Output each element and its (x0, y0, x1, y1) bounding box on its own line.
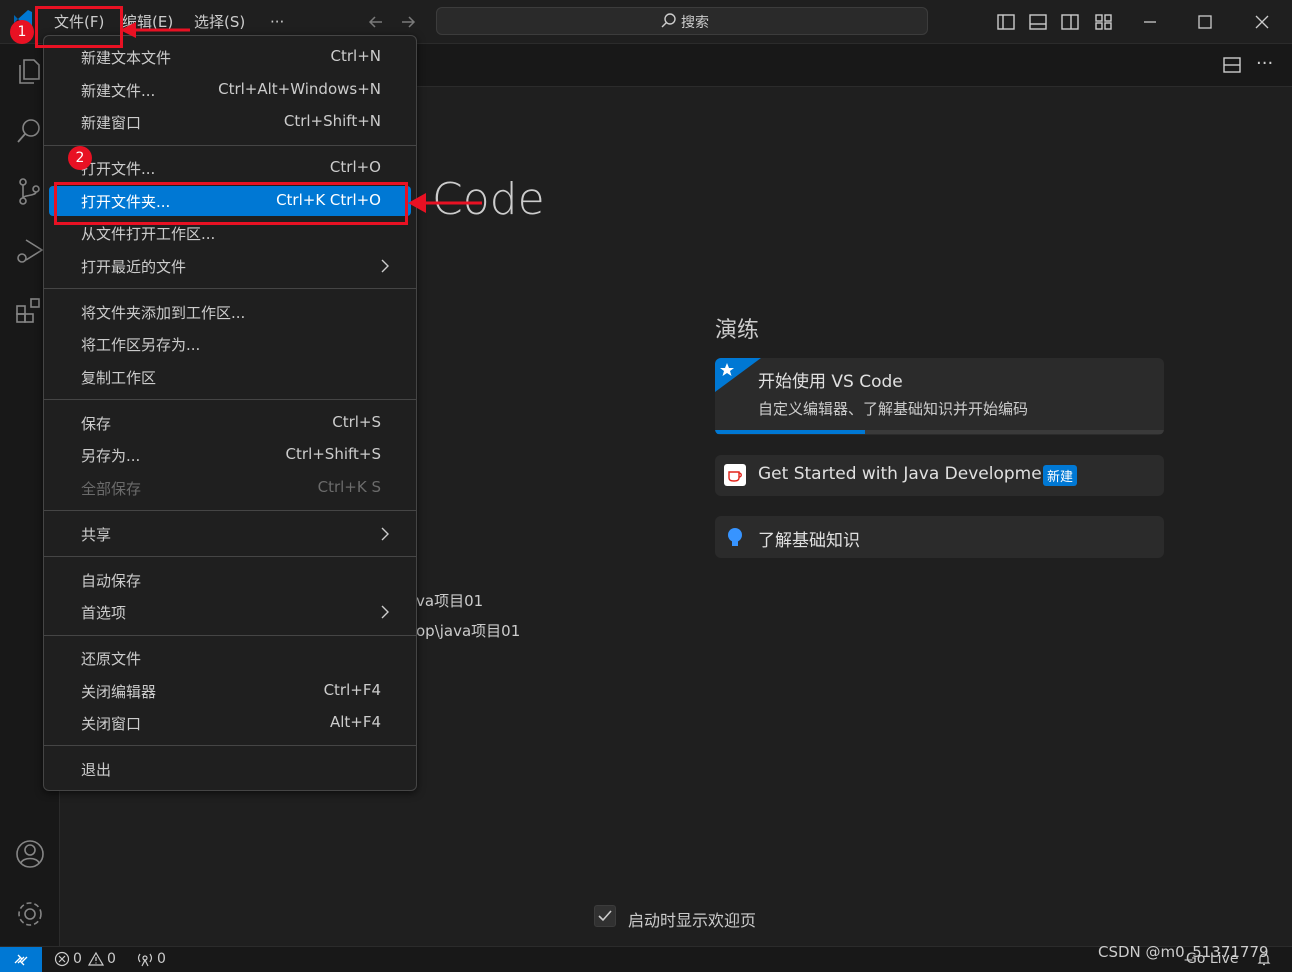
new-badge: 新建 (1043, 465, 1078, 486)
explorer-icon[interactable] (14, 56, 44, 90)
card-title: Get Started with Java Development (758, 464, 1060, 484)
back-arrow-icon[interactable] (366, 12, 386, 36)
walkthrough-card-get-started[interactable]: 开始使用 VS Code 自定义编辑器、了解基础知识并开始编码 (715, 358, 1164, 435)
annotation-arrow-1 (120, 22, 190, 38)
menu-item-revert-file[interactable]: 还原文件 (49, 643, 411, 673)
menu-item-new-file[interactable]: 新建文件... Ctrl+Alt+Windows+N (49, 75, 411, 105)
maximize-icon[interactable] (1195, 12, 1215, 36)
card-title: 了解基础知识 (758, 531, 860, 551)
recent-folder-1[interactable]: va项目01 (416, 590, 483, 611)
menu-separator (44, 745, 416, 746)
ports-count[interactable]: 0 (157, 951, 166, 967)
search-icon (659, 11, 679, 35)
errors-icon[interactable] (54, 951, 70, 971)
show-on-startup-checkbox[interactable] (594, 905, 616, 927)
remote-icon (14, 954, 28, 966)
menu-item-close-editor[interactable]: 关闭编辑器 Ctrl+F4 (49, 676, 411, 706)
menu-item-duplicate-workspace[interactable]: 复制工作区 (49, 362, 411, 392)
menu-item-new-window[interactable]: 新建窗口 Ctrl+Shift+N (49, 107, 411, 137)
ports-icon[interactable] (137, 951, 153, 971)
star-badge-icon (715, 358, 761, 392)
menu-item-save-workspace-as[interactable]: 将工作区另存为... (49, 329, 411, 359)
menu-item-close-window[interactable]: 关闭窗口 Alt+F4 (49, 708, 411, 738)
accounts-icon[interactable] (14, 838, 46, 874)
forward-arrow-icon[interactable] (398, 12, 418, 36)
toggle-panel-icon[interactable] (1028, 12, 1048, 36)
menu-more[interactable]: ··· (262, 10, 292, 34)
annotation-box-open-folder (54, 182, 408, 225)
chevron-right-icon (379, 604, 391, 624)
menu-item-preferences[interactable]: 首选项 (49, 597, 411, 627)
menu-separator (44, 556, 416, 557)
walkthroughs-heading: 演练 (715, 318, 760, 343)
chevron-right-icon (379, 258, 391, 278)
menu-item-exit[interactable]: 退出 (49, 754, 411, 784)
watermark: CSDN @m0_51371779 (1098, 943, 1269, 961)
menu-separator (44, 635, 416, 636)
menu-separator (44, 399, 416, 400)
search-icon[interactable] (14, 116, 44, 150)
run-debug-icon[interactable] (14, 236, 44, 270)
warnings-icon[interactable] (87, 951, 105, 971)
show-on-startup-label: 启动时显示欢迎页 (628, 911, 757, 930)
menu-item-save-as[interactable]: 另存为... Ctrl+Shift+S (49, 440, 411, 470)
extensions-icon[interactable] (14, 296, 44, 330)
walkthrough-card-java[interactable]: Get Started with Java Development 新建 (715, 455, 1164, 496)
menu-item-auto-save[interactable]: 自动保存 (49, 565, 411, 595)
recent-folder-2[interactable]: op\java项目01 (416, 620, 520, 641)
toggle-secondary-sidebar-icon[interactable] (1060, 12, 1080, 36)
close-icon[interactable] (1252, 12, 1272, 36)
annotation-box-file-menu (35, 6, 123, 48)
menu-separator (44, 288, 416, 289)
annotation-badge-1: 1 (10, 20, 34, 44)
menu-item-open-file[interactable]: 打开文件... Ctrl+O (49, 153, 411, 183)
menu-item-open-recent[interactable]: 打开最近的文件 (49, 251, 411, 281)
toggle-primary-sidebar-icon[interactable] (996, 12, 1016, 36)
card-description: 自定义编辑器、了解基础知识并开始编码 (758, 400, 1029, 418)
menu-item-save-all[interactable]: 全部保存 Ctrl+K S (49, 473, 411, 503)
menu-item-share[interactable]: 共享 (49, 519, 411, 549)
checkmark-icon (598, 910, 612, 922)
walkthrough-card-fundamentals[interactable]: 了解基础知识 (715, 516, 1164, 558)
remote-indicator[interactable] (0, 947, 42, 972)
java-cup-icon (723, 463, 747, 491)
minimize-icon[interactable] (1140, 12, 1160, 36)
card-progress-bar (715, 430, 1164, 434)
split-editor-icon[interactable] (1222, 55, 1242, 79)
card-title: 开始使用 VS Code (758, 372, 903, 392)
menu-item-save[interactable]: 保存 Ctrl+S (49, 408, 411, 438)
settings-gear-icon[interactable] (14, 898, 46, 934)
customize-layout-icon[interactable] (1094, 12, 1114, 36)
menu-item-add-folder-to-workspace[interactable]: 将文件夹添加到工作区... (49, 297, 411, 327)
lightbulb-icon (725, 526, 745, 554)
chevron-right-icon (379, 526, 391, 546)
annotation-badge-2: 2 (68, 146, 92, 170)
menu-separator (44, 510, 416, 511)
annotation-arrow-2 (408, 193, 482, 213)
file-menu-dropdown: 新建文本文件 Ctrl+N 新建文件... Ctrl+Alt+Windows+N 新… (43, 35, 417, 791)
more-actions-icon[interactable]: ··· (1256, 53, 1273, 74)
error-count[interactable]: 0 (73, 951, 82, 967)
command-center-search[interactable]: 搜索 (436, 7, 928, 35)
source-control-icon[interactable] (14, 176, 44, 210)
search-label: 搜索 (681, 15, 709, 31)
menu-separator (44, 145, 416, 146)
warning-count[interactable]: 0 (107, 951, 116, 967)
